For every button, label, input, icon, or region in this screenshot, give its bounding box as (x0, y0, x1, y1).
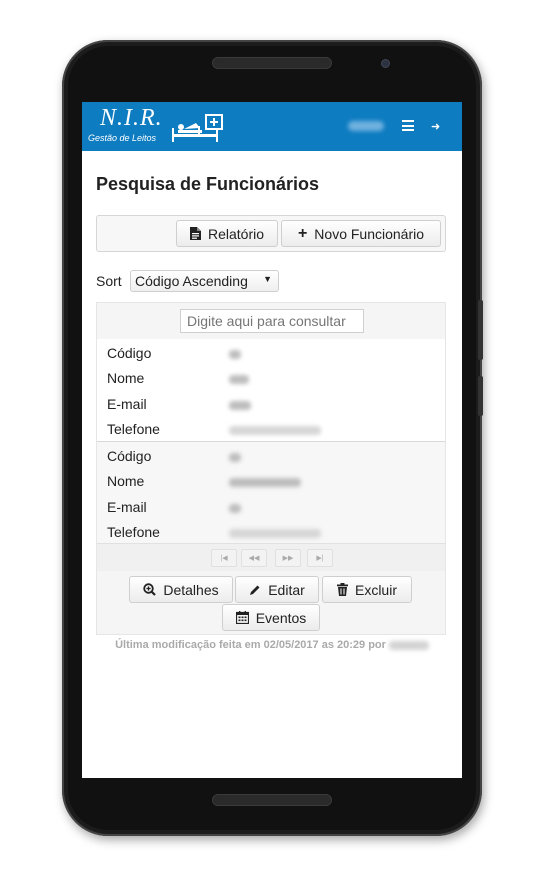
record-phone-label: Telefone (107, 524, 160, 540)
trash-icon (336, 583, 348, 596)
record-code-value-redacted (229, 453, 241, 462)
record-email-label: E-mail (107, 396, 147, 412)
record-code-value-redacted (229, 350, 241, 359)
delete-button[interactable]: Excluir (322, 576, 412, 603)
employee-record[interactable]: Código Nome E-mail Telefone (97, 441, 445, 543)
phone-bottom-speaker (212, 794, 332, 806)
grid-search-bar (97, 303, 445, 339)
prev-page-icon[interactable]: ◀◀ (241, 549, 267, 567)
record-code-label: Código (107, 448, 152, 464)
record-email-label: E-mail (107, 499, 147, 515)
dropdown-arrow-icon: ▼ (263, 274, 272, 284)
app-logo-title[interactable]: N.I.R. (100, 105, 163, 132)
last-modified-note: Última modificação feita em 02/05/2017 a… (82, 639, 462, 651)
edit-button[interactable]: Editar (235, 576, 319, 603)
plus-icon: + (297, 224, 308, 242)
record-code-label: Código (107, 345, 152, 361)
record-phone-value-redacted (229, 426, 321, 435)
phone-volume-button (478, 376, 483, 416)
zoom-in-icon (143, 583, 157, 596)
delete-button-label: Excluir (354, 581, 397, 598)
employee-record[interactable]: Código Nome E-mail Telefone (97, 339, 445, 441)
calendar-icon (235, 611, 249, 624)
record-name-label: Nome (107, 473, 145, 489)
pencil-icon (250, 585, 260, 595)
hamburger-menu-icon[interactable] (402, 120, 414, 131)
logout-icon[interactable]: ➜ (431, 120, 440, 133)
report-button[interactable]: Relatório (176, 220, 278, 247)
navbar: N.I.R. Gestão de Leitos ➜ (82, 102, 462, 151)
username-redacted (348, 121, 384, 131)
app-logo-subtitle: Gestão de Leitos (88, 133, 157, 143)
sort-label: Sort (96, 273, 122, 289)
phone-camera (381, 59, 390, 68)
events-button-label: Eventos (255, 609, 307, 626)
next-page-icon[interactable]: ▶▶ (275, 549, 301, 567)
record-email-value-redacted (229, 401, 251, 410)
pager: |◀ ◀◀ ▶▶ ▶| (97, 543, 445, 571)
edit-button-label: Editar (268, 581, 305, 598)
sort-selected-value: Código Ascending (135, 273, 248, 289)
report-button-label: Relatório (207, 225, 265, 242)
last-modified-text: Última modificação feita em 02/05/2017 a… (115, 639, 386, 651)
events-button[interactable]: Eventos (222, 604, 320, 631)
phone-speaker (212, 57, 332, 69)
details-button-label: Detalhes (163, 581, 219, 598)
record-name-value-redacted (229, 375, 249, 384)
search-input[interactable] (180, 309, 364, 333)
record-name-value-redacted (229, 478, 301, 487)
new-employee-button[interactable]: + Novo Funcionário (281, 220, 441, 247)
record-email-value-redacted (229, 504, 241, 513)
new-employee-button-label: Novo Funcionário (314, 225, 425, 242)
sort-select[interactable]: Código Ascending ▼ (130, 270, 279, 292)
app-screen: N.I.R. Gestão de Leitos ➜ Pesquisa de Fu… (82, 102, 462, 778)
first-page-icon[interactable]: |◀ (211, 549, 237, 567)
record-phone-value-redacted (229, 529, 321, 538)
record-name-label: Nome (107, 370, 145, 386)
employee-grid: Código Nome E-mail Telefone Código Nome … (96, 302, 446, 635)
record-phone-label: Telefone (107, 421, 160, 437)
modified-by-redacted (388, 640, 429, 650)
toolbar: Relatório + Novo Funcionário (96, 215, 446, 252)
details-button[interactable]: Detalhes (129, 576, 233, 603)
file-text-icon (189, 227, 201, 240)
phone-power-button (478, 300, 483, 360)
page-title: Pesquisa de Funcionários (96, 174, 320, 194)
last-page-icon[interactable]: ▶| (307, 549, 333, 567)
hospital-bed-icon (172, 114, 223, 142)
